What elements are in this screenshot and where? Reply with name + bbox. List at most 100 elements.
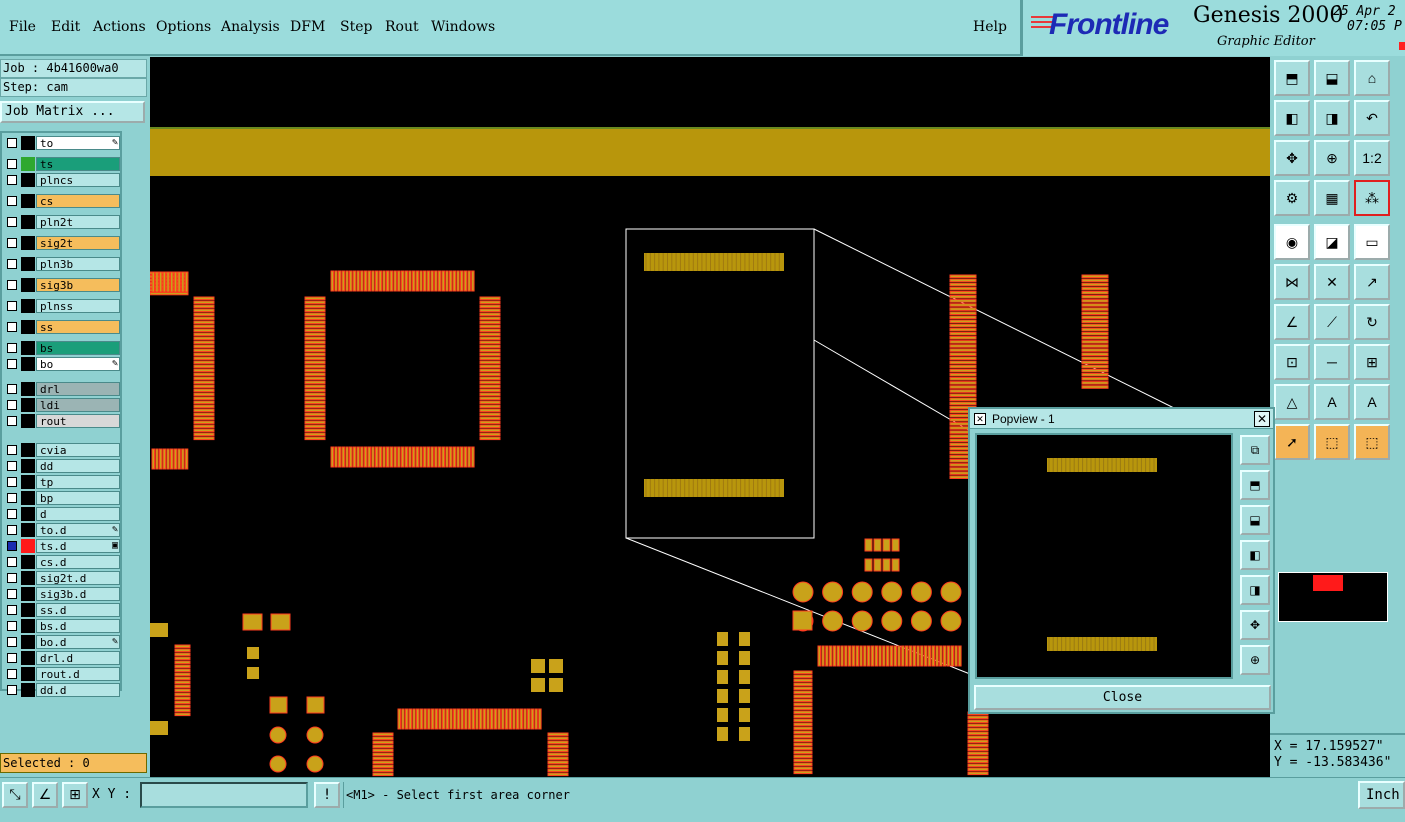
layer-checkbox[interactable]	[7, 461, 17, 471]
layer-checkbox[interactable]	[7, 557, 17, 567]
layer-color-swatch[interactable]	[21, 523, 35, 537]
close-icon[interactable]: ✕	[1254, 411, 1270, 427]
layer-name[interactable]: sig3b	[36, 278, 120, 292]
menu-help[interactable]: Help	[973, 19, 1007, 35]
layer-checkbox[interactable]	[7, 301, 17, 311]
layer-row[interactable]: bs.d	[4, 619, 120, 633]
layer-row[interactable]: plnss	[4, 299, 120, 313]
xy-input[interactable]	[140, 782, 308, 808]
popview-up-icon[interactable]: ⬒	[1240, 470, 1270, 500]
layer-checkbox[interactable]	[7, 400, 17, 410]
layer-checkbox[interactable]	[7, 159, 17, 169]
layer-name[interactable]: cvia	[36, 443, 120, 457]
layer-row[interactable]: to ✎	[4, 136, 120, 150]
popview-left-icon[interactable]: ◧	[1240, 540, 1270, 570]
layer-name[interactable]: cs.d	[36, 555, 120, 569]
menu-file[interactable]: File	[9, 19, 36, 35]
layer-row[interactable]: sig3b	[4, 278, 120, 292]
popview-down-icon[interactable]: ⬓	[1240, 505, 1270, 535]
layer-color-swatch[interactable]	[21, 382, 35, 396]
layer-row[interactable]: dd.d	[4, 683, 120, 697]
popview-right-icon[interactable]: ◨	[1240, 575, 1270, 605]
layer-checkbox[interactable]	[7, 322, 17, 332]
layer-color-swatch[interactable]	[21, 507, 35, 521]
connect-nodes-icon[interactable]: ⋈	[1274, 264, 1310, 300]
layer-color-swatch[interactable]	[21, 443, 35, 457]
layer-row[interactable]: rout.d	[4, 667, 120, 681]
layer-name[interactable]: bo	[36, 357, 120, 371]
layer-name[interactable]: ldi	[36, 398, 120, 412]
layer-color-swatch[interactable]	[21, 491, 35, 505]
layer-name[interactable]: sig2t.d	[36, 571, 120, 585]
rotate-pointer-icon[interactable]: ⬚	[1354, 424, 1390, 460]
layer-color-swatch[interactable]	[21, 173, 35, 187]
layer-checkbox[interactable]	[7, 653, 17, 663]
alert-icon[interactable]: !	[314, 782, 340, 808]
layer-row[interactable]: drl.d	[4, 651, 120, 665]
letter-a-icon[interactable]: A	[1314, 384, 1350, 420]
layer-row[interactable]: cs.d	[4, 555, 120, 569]
layer-row[interactable]: ss	[4, 320, 120, 334]
cross-icon[interactable]: ✕	[1314, 264, 1350, 300]
layer-checkbox[interactable]	[7, 343, 17, 353]
layer-name[interactable]: sig3b.d	[36, 587, 120, 601]
layer-color-swatch[interactable]	[21, 215, 35, 229]
layer-row[interactable]: bs	[4, 341, 120, 355]
layer-row[interactable]: bo ✎	[4, 357, 120, 371]
popview-expand-icon[interactable]: ⧉	[1240, 435, 1270, 465]
layer-checkbox[interactable]	[7, 384, 17, 394]
layer-row[interactable]: tp	[4, 475, 120, 489]
layer-name[interactable]: bs	[36, 341, 120, 355]
layer-color-swatch[interactable]	[21, 603, 35, 617]
layer-row[interactable]: d	[4, 507, 120, 521]
layer-row[interactable]: pln2t	[4, 215, 120, 229]
layer-row[interactable]: bo.d ✎	[4, 635, 120, 649]
layer-name[interactable]: ss	[36, 320, 120, 334]
layer-row[interactable]: sig2t	[4, 236, 120, 250]
menu-rout[interactable]: Rout	[385, 19, 419, 35]
layer-checkbox[interactable]	[7, 477, 17, 487]
menu-options[interactable]: Options	[156, 19, 211, 35]
layer-checkbox[interactable]	[7, 525, 17, 535]
layer-checkbox[interactable]	[7, 621, 17, 631]
layer-color-swatch[interactable]	[21, 257, 35, 271]
undo-view-icon[interactable]: ↶	[1354, 100, 1390, 136]
layer-row[interactable]: ldi	[4, 398, 120, 412]
pointer-icon[interactable]: ➚	[1274, 424, 1310, 460]
layer-row[interactable]: drl	[4, 382, 120, 396]
layer-name[interactable]: ts	[36, 157, 120, 171]
layer-row[interactable]: pln3b	[4, 257, 120, 271]
layer-checkbox[interactable]	[7, 445, 17, 455]
popview-center-icon[interactable]: ⊕	[1240, 645, 1270, 675]
window-down-icon[interactable]: ⬓	[1314, 60, 1350, 96]
line-node-icon[interactable]: ↗	[1354, 264, 1390, 300]
zoom-center-icon[interactable]: ⊕	[1314, 140, 1350, 176]
select-pointer-icon[interactable]: ⬚	[1314, 424, 1350, 460]
layer-name[interactable]: plnss	[36, 299, 120, 313]
layer-color-swatch[interactable]	[21, 651, 35, 665]
layer-name[interactable]: bp	[36, 491, 120, 505]
layer-color-swatch[interactable]	[21, 683, 35, 697]
pan-left-icon[interactable]: ◧	[1274, 100, 1310, 136]
layer-color-swatch[interactable]	[21, 555, 35, 569]
layer-name[interactable]: rout.d	[36, 667, 120, 681]
layer-checkbox[interactable]	[7, 359, 17, 369]
scale-label[interactable]: 1:2	[1354, 140, 1390, 176]
layer-checkbox[interactable]	[7, 493, 17, 503]
layer-checkbox[interactable]	[7, 605, 17, 615]
triangle-text-icon[interactable]: △	[1274, 384, 1310, 420]
menu-windows[interactable]: Windows	[431, 19, 495, 35]
menu-dfm[interactable]: DFM	[290, 19, 325, 35]
layer-row[interactable]: to.d ✎	[4, 523, 120, 537]
menu-analysis[interactable]: Analysis	[221, 19, 280, 35]
grid-snap-icon[interactable]: ⊞	[62, 782, 88, 808]
layer-color-swatch[interactable]	[21, 320, 35, 334]
layer-row[interactable]: cs	[4, 194, 120, 208]
layer-color-swatch[interactable]	[21, 398, 35, 412]
layer-name[interactable]: drl	[36, 382, 120, 396]
layer-checkbox[interactable]	[7, 259, 17, 269]
menu-actions[interactable]: Actions	[93, 19, 146, 35]
menu-step[interactable]: Step	[340, 19, 372, 35]
layer-checkbox[interactable]	[7, 637, 17, 647]
layer-checkbox[interactable]	[7, 175, 17, 185]
